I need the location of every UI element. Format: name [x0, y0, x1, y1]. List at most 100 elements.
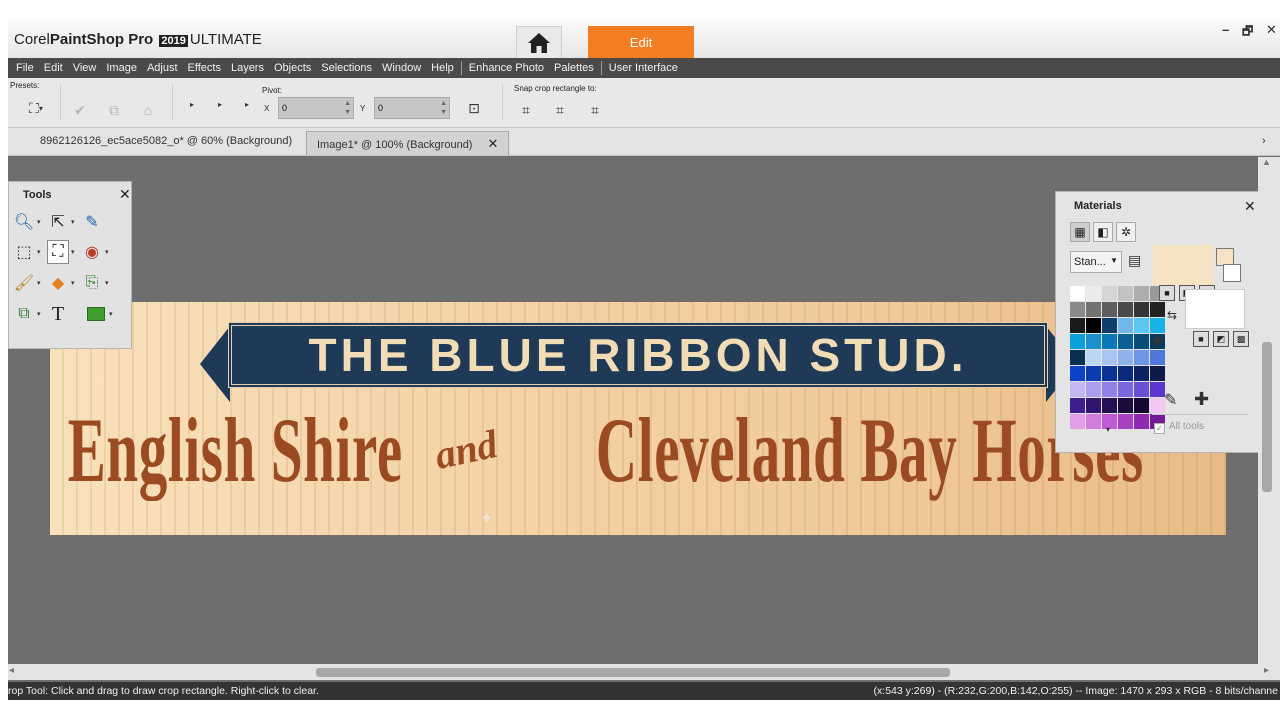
snap-merged-opaque-icon[interactable]: ⌗ [585, 100, 605, 120]
swatches-tab-icon[interactable]: ▦ [1070, 222, 1090, 242]
document-tab-active[interactable]: Image1* @ 100% (Background) ✕ [306, 131, 510, 155]
all-tools-checkbox[interactable]: ✓ All tools [1154, 421, 1204, 434]
color-swatch[interactable] [1134, 286, 1149, 301]
clone-brush-tool-icon[interactable]: ⎘ [81, 271, 103, 295]
snap-current-layer-icon[interactable]: ⌗ [516, 100, 536, 120]
menu-palettes[interactable]: Palettes [549, 62, 599, 74]
color-swatch[interactable] [1150, 302, 1165, 317]
color-swatch[interactable] [1118, 382, 1133, 397]
color-swatch[interactable] [1070, 414, 1085, 429]
color-swatch[interactable] [1134, 318, 1149, 333]
color-swatch[interactable] [1086, 334, 1101, 349]
color-swatch[interactable] [1070, 334, 1085, 349]
edit-tab-button[interactable]: Edit [588, 26, 694, 58]
dropdown-arrow-icon[interactable]: ▾ [105, 279, 113, 287]
paint-brush-tool-icon[interactable]: 🖌︎ [13, 271, 35, 295]
bg-solid-color-icon[interactable]: ■ [1193, 331, 1209, 347]
menu-layers[interactable]: Layers [226, 62, 269, 74]
color-swatch[interactable] [1118, 286, 1133, 301]
scroll-up-icon[interactable]: ▲ [1262, 157, 1271, 167]
color-swatch[interactable] [1070, 302, 1085, 317]
menu-user-interface[interactable]: User Interface [604, 62, 683, 74]
horizontal-scroll-thumb[interactable] [316, 668, 950, 677]
color-swatch[interactable] [1118, 414, 1133, 429]
pivot-y-input[interactable]: 0 ▲ ▼ [374, 97, 450, 119]
color-swatch[interactable] [1102, 366, 1117, 381]
color-swatch[interactable] [1086, 318, 1101, 333]
dropdown-arrow-icon[interactable]: ▾ [37, 310, 45, 318]
menu-adjust[interactable]: Adjust [142, 62, 183, 74]
color-swatch[interactable] [1086, 382, 1101, 397]
color-swatch[interactable] [1102, 318, 1117, 333]
tab-scroll-right-icon[interactable]: › [1260, 131, 1268, 155]
crop-as-new-image-icon[interactable]: ⧉ [104, 100, 124, 120]
fg-solid-color-icon[interactable]: ■ [1159, 285, 1175, 301]
menu-view[interactable]: View [68, 62, 102, 74]
color-swatch[interactable] [1070, 350, 1085, 365]
menu-window[interactable]: Window [377, 62, 426, 74]
close-palette-icon[interactable]: ✕ [1244, 198, 1256, 215]
color-swatch[interactable] [1150, 382, 1165, 397]
color-swatch[interactable] [1102, 286, 1117, 301]
foreground-color-swatch[interactable] [1153, 245, 1213, 285]
home-tab-button[interactable] [516, 26, 562, 58]
background-color-swatch[interactable] [1185, 289, 1245, 329]
color-swatch[interactable] [1134, 414, 1149, 429]
color-swatch[interactable] [1086, 398, 1101, 413]
dropdown-arrow-icon[interactable]: ▾ [109, 310, 117, 318]
red-eye-tool-icon[interactable]: ◉ [81, 240, 103, 264]
swatch-more-arrow-icon[interactable]: ▾ [1106, 425, 1110, 434]
color-swatch[interactable] [1150, 398, 1165, 413]
color-swatch[interactable] [1134, 302, 1149, 317]
vertical-scrollbar[interactable]: ▲ [1258, 157, 1280, 664]
dropdown-arrow-icon[interactable]: ▾ [71, 218, 79, 226]
color-swatch[interactable] [1086, 414, 1101, 429]
snap-layer-opaque-icon[interactable]: ⌗ [550, 100, 570, 120]
restore-button[interactable]: 🗗 [1242, 22, 1253, 43]
dropdown-arrow-icon[interactable]: ▾ [37, 279, 45, 287]
menu-selections[interactable]: Selections [316, 62, 377, 74]
shape-tool-icon[interactable] [85, 302, 107, 326]
color-swatch[interactable] [1150, 366, 1165, 381]
color-swatch[interactable] [1118, 398, 1133, 413]
menu-file[interactable]: File [11, 62, 39, 74]
pivot-x-input[interactable]: 0 ▲ ▼ [278, 97, 354, 119]
color-swatch[interactable] [1150, 318, 1165, 333]
selection-tool-icon[interactable]: ⬚ [13, 240, 35, 264]
color-picker-tab-icon[interactable]: ✲ [1116, 222, 1136, 242]
color-swatch[interactable] [1118, 366, 1133, 381]
document-tab[interactable]: 8962126126_ec5ace5082_o* @ 60% (Backgrou… [30, 131, 302, 155]
scroll-left-icon[interactable]: ◂ [9, 665, 14, 676]
rainbow-tab-icon[interactable]: ◧ [1093, 222, 1113, 242]
tab-scroll-left-icon[interactable]: ‹ [8, 131, 10, 155]
bg-gradient-icon[interactable]: ◩ [1213, 331, 1229, 347]
swap-colors-icon[interactable]: ⇆ [1167, 308, 1177, 322]
spin-arrows-icon[interactable]: ▲ ▼ [440, 99, 447, 117]
color-swatch[interactable] [1118, 318, 1133, 333]
color-swatch[interactable] [1134, 398, 1149, 413]
color-swatch[interactable] [1134, 382, 1149, 397]
eraser-tool-icon[interactable]: ◆ [47, 271, 69, 295]
color-swatch[interactable] [1118, 350, 1133, 365]
dropper-icon[interactable]: ✎ [1164, 390, 1177, 410]
close-palette-icon[interactable]: ✕ [119, 186, 131, 203]
vertical-scroll-thumb[interactable] [1262, 342, 1272, 492]
color-swatch[interactable] [1102, 398, 1117, 413]
dropdown-arrow-icon[interactable]: ▾ [71, 248, 79, 256]
add-swatch-icon[interactable]: ✚ [1194, 389, 1209, 410]
color-swatch[interactable] [1102, 334, 1117, 349]
minimize-button[interactable]: – [1222, 22, 1229, 37]
presets-crop-dropdown[interactable]: ⛶ ▾ [22, 98, 50, 118]
horizontal-scrollbar[interactable]: ◂ ▸ [8, 664, 1280, 680]
center-pivot-icon[interactable]: ⊡ [464, 98, 484, 118]
swatch-options-icon[interactable]: ▤ [1128, 252, 1141, 269]
color-swatch[interactable] [1102, 302, 1117, 317]
menu-edit[interactable]: Edit [39, 62, 68, 74]
color-swatch[interactable] [1070, 398, 1085, 413]
menu-enhance-photo[interactable]: Enhance Photo [464, 62, 549, 74]
color-swatch[interactable] [1118, 334, 1133, 349]
apply-check-icon[interactable]: ✔ [70, 100, 90, 120]
color-swatch[interactable] [1070, 366, 1085, 381]
color-swatch[interactable] [1070, 286, 1085, 301]
crop-to-selection-icon[interactable]: ⌂ [138, 100, 158, 120]
